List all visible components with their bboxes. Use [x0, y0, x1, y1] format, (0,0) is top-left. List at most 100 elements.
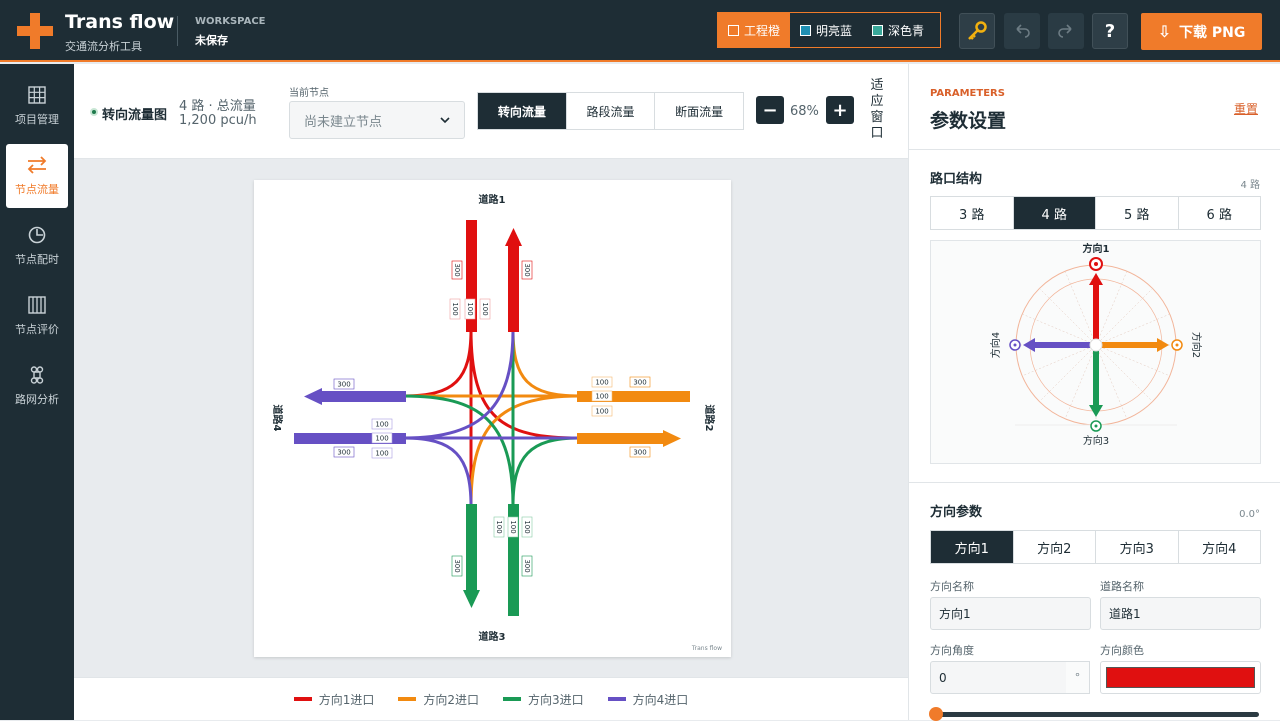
volume-label-d2-turn-2: 100	[591, 390, 613, 402]
fit-window-button[interactable]: 适应窗口	[867, 78, 887, 142]
sidebar-item-project[interactable]: 项目管理	[6, 74, 68, 138]
redo-icon	[1058, 24, 1072, 38]
direction-tab-4[interactable]: 方向4	[1179, 531, 1261, 563]
theme-option-orange[interactable]: 工程橙	[718, 13, 791, 47]
tab-turning-flow[interactable]: 转向流量	[478, 93, 567, 129]
legend-label: 方向3进口	[528, 692, 584, 707]
logo-plus-icon	[17, 13, 53, 49]
undo-button[interactable]	[1004, 13, 1040, 49]
direction-compass: 方向1 方向2 方向3 方向4	[989, 242, 1203, 447]
download-label: 下载 PNG	[1179, 24, 1246, 41]
sidebar-item-node-flow[interactable]: 节点流量	[6, 144, 68, 208]
direction-angle-input[interactable]: 0	[930, 661, 1067, 694]
compass-handle-d2[interactable]	[1171, 339, 1183, 351]
diagram-title: 转向流量图	[102, 108, 168, 123]
app-header: Trans flow 交通流分析工具 WORKSPACE 未保存 工程橙 明亮蓝…	[0, 0, 1280, 62]
direction-angle-label: 方向角度	[930, 644, 974, 657]
angle-slider-thumb[interactable]	[929, 707, 943, 721]
sidebar-item-evaluation[interactable]: 节点评价	[6, 284, 68, 348]
zoom-level: 68%	[790, 104, 819, 119]
zoom-in-button[interactable]: +	[826, 96, 854, 124]
theme-option-label: 深色青	[888, 23, 925, 38]
direction-tab-3[interactable]: 方向3	[1096, 531, 1179, 563]
diagram-paper: 道路1 道路3 道路2 道路4 300 300 100 100 100 100 …	[254, 180, 731, 657]
angle-unit: °	[1066, 661, 1090, 694]
status-dot-icon	[90, 108, 98, 116]
tab-segment-flow[interactable]: 路段流量	[567, 93, 656, 129]
flow-curve-d1-right	[403, 329, 473, 398]
turning-flow-diagram: 道路1 道路3 道路2 道路4 300 300 100 100 100 100 …	[271, 193, 722, 652]
sidebar-item-label: 节点配时	[15, 253, 59, 266]
volume-value: 100	[466, 302, 474, 315]
app-subtitle: 交通流分析工具	[65, 40, 142, 53]
structure-option-6[interactable]: 6 路	[1179, 197, 1261, 229]
direction-name-input[interactable]: 方向1	[930, 597, 1091, 630]
direction-tab-1[interactable]: 方向1	[931, 531, 1014, 563]
sidebar-item-label: 节点流量	[15, 183, 59, 196]
columns-icon	[28, 296, 46, 314]
panel-eyebrow: PARAMETERS	[930, 88, 1005, 99]
sidebar: 项目管理 节点流量 节点配时 节点评价 路网分析	[0, 64, 74, 720]
angle-slider-track[interactable]	[933, 712, 1259, 717]
volume-label-d2-exit: 300	[629, 446, 651, 458]
direction-color-picker[interactable]	[1100, 661, 1261, 694]
volume-label-d3-turn-2: 100	[507, 516, 519, 538]
total-flow: 1,200 pcu/h	[179, 113, 257, 128]
theme-option-teal[interactable]: 深色青	[862, 13, 934, 47]
volume-label-d1-exit: 300	[521, 260, 533, 280]
clock-icon	[28, 226, 46, 244]
flow-curve-d2-right	[511, 329, 580, 398]
theme-swatch-icon	[728, 24, 739, 36]
sidebar-item-network[interactable]: 路网分析	[6, 354, 68, 418]
legend: 方向1进口 方向2进口 方向3进口 方向4进口	[74, 677, 908, 720]
exit-arrow-down	[463, 504, 480, 608]
volume-label-d3-turn-1: 100	[493, 516, 505, 538]
structure-option-4[interactable]: 4 路	[1013, 197, 1096, 229]
structure-option-5[interactable]: 5 路	[1096, 197, 1179, 229]
flow-curve-d4-left	[403, 329, 515, 440]
volume-value: 100	[375, 435, 388, 443]
road-name-input[interactable]: 道路1	[1100, 597, 1261, 630]
structure-meta: 4 路	[1240, 180, 1260, 191]
structure-options: 3 路 4 路 5 路 6 路	[930, 196, 1261, 230]
volume-value: 100	[595, 393, 608, 401]
key-button[interactable]	[959, 13, 995, 49]
theme-option-blue[interactable]: 明亮蓝	[790, 13, 862, 47]
tab-section-flow[interactable]: 断面流量	[655, 93, 743, 129]
help-button[interactable]: ?	[1092, 13, 1128, 49]
sidebar-item-timing[interactable]: 节点配时	[6, 214, 68, 278]
road-count: 4 路 · 总流量	[179, 99, 256, 114]
legend-item-d4: 方向4进口	[607, 691, 688, 708]
direction-tab-2[interactable]: 方向2	[1014, 531, 1096, 563]
reset-link[interactable]: 重置	[1234, 100, 1258, 117]
volume-label-d1-turn-2: 100	[464, 298, 476, 320]
compass-center	[1089, 338, 1103, 352]
volume-value: 300	[633, 379, 646, 387]
legend-label: 方向2进口	[423, 692, 479, 707]
grid-icon	[28, 86, 46, 104]
compass-handle-d4[interactable]	[1009, 339, 1021, 351]
volume-label-d4-turn-2: 100	[371, 432, 393, 444]
download-png-button[interactable]: ⇩ 下载 PNG	[1141, 13, 1262, 50]
key-icon	[968, 21, 987, 40]
theme-switcher: 工程橙 明亮蓝 深色青	[717, 12, 941, 48]
volume-value: 300	[523, 263, 531, 276]
road-label-1: 道路1	[479, 193, 506, 206]
volume-value: 100	[375, 421, 388, 429]
zoom-out-button[interactable]: −	[756, 96, 784, 124]
structure-preview: 方向1 方向2 方向3 方向4	[930, 240, 1261, 464]
volume-label-d2-entry: 300	[629, 376, 651, 388]
direction-params-title: 方向参数	[930, 505, 983, 520]
redo-button[interactable]	[1048, 13, 1084, 49]
parameters-panel: PARAMETERS 参数设置 重置 路口结构 4 路 3 路 4 路 5 路 …	[908, 64, 1280, 721]
compass-handle-d3[interactable]	[1090, 420, 1102, 432]
compass-handle-d1[interactable]	[1089, 257, 1103, 271]
structure-option-3[interactable]: 3 路	[931, 197, 1014, 229]
flow-curve-d3-right	[511, 436, 580, 507]
flow-curve-d1-left	[469, 329, 580, 440]
legend-item-d2: 方向2进口	[398, 691, 479, 708]
theme-swatch-icon	[872, 24, 884, 36]
node-select[interactable]: 尚未建立节点	[289, 101, 465, 139]
panel-divider	[909, 149, 1280, 150]
volume-label-d4-exit: 300	[333, 378, 355, 390]
